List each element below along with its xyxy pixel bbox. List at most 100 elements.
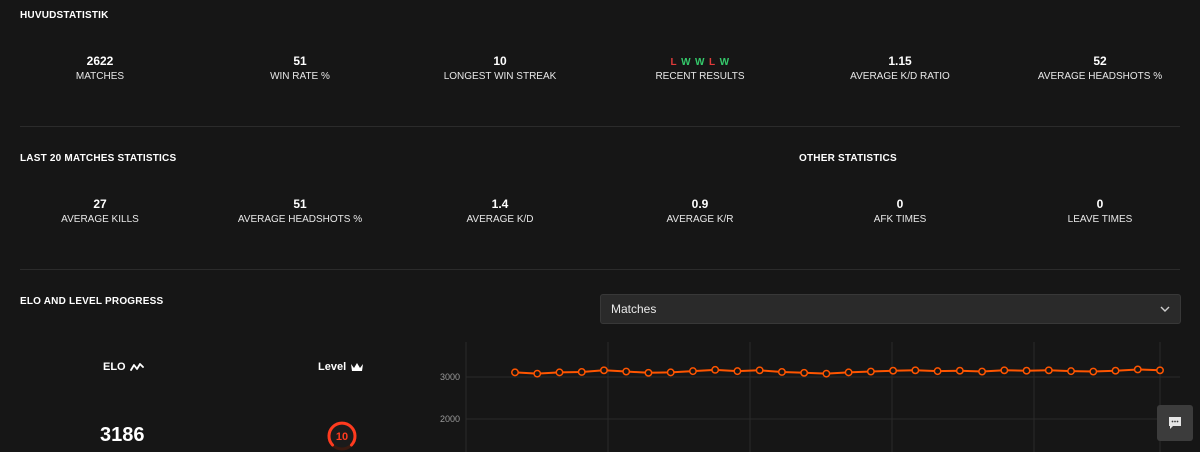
elo-data-point[interactable] <box>555 368 564 377</box>
elo-data-point[interactable] <box>600 366 608 375</box>
stat-label: WIN RATE % <box>270 71 330 82</box>
stat-value: 0 <box>1096 197 1104 211</box>
stat-value: 51 <box>293 54 307 68</box>
chevron-down-icon <box>1160 306 1170 312</box>
stat-avg-kd: 1.4 AVERAGE K/D <box>400 196 600 227</box>
elo-data-point[interactable] <box>1000 366 1009 375</box>
level-value: 10 <box>336 431 348 443</box>
elo-data-point[interactable] <box>889 366 898 375</box>
y-tick-label: 2000 <box>440 414 460 424</box>
elo-data-point[interactable] <box>666 368 675 377</box>
elo-data-point[interactable] <box>644 368 653 377</box>
elo-data-point[interactable] <box>933 367 942 376</box>
stat-avg-kr: 0.9 AVERAGE K/R <box>600 196 800 227</box>
elo-data-point[interactable] <box>777 368 786 376</box>
elo-data-point[interactable] <box>755 366 764 375</box>
stat-avg-headshots: 52 AVERAGE HEADSHOTS % <box>1000 53 1200 84</box>
stat-value: 1.4 <box>491 197 509 211</box>
elo-data-point[interactable] <box>911 366 920 375</box>
stat-value: 0 <box>896 197 904 211</box>
dropdown-selected-value: Matches <box>611 302 657 316</box>
stat-matches: 2622 MATCHES <box>0 53 200 84</box>
recent-results-list: LWWLW <box>670 55 729 71</box>
elo-data-point[interactable] <box>955 366 964 375</box>
stat-value: 2622 <box>86 54 114 68</box>
level-heading: Level <box>318 361 364 373</box>
elo-data-point[interactable] <box>733 367 742 376</box>
elo-data-point[interactable] <box>533 369 542 378</box>
recent-results-value: LWWLW <box>600 53 800 69</box>
elo-data-point[interactable] <box>1044 366 1053 375</box>
stat-label: AVERAGE HEADSHOTS % <box>237 214 363 225</box>
stat-value: 10 <box>493 54 507 68</box>
recent-result-win: W <box>719 57 730 68</box>
stat-value: 51 <box>293 197 307 211</box>
stat-value: 1.15 <box>888 54 912 68</box>
stat-value: 52 <box>1093 54 1107 68</box>
elo-data-point[interactable] <box>1111 366 1120 375</box>
y-tick-label: 3000 <box>440 372 460 382</box>
stat-label: LONGEST WIN STREAK <box>443 71 557 82</box>
elo-data-point[interactable] <box>866 367 875 376</box>
elo-chart: 3000 2000 <box>420 336 1200 452</box>
recent-result-loss: L <box>670 57 678 68</box>
stat-label: AVERAGE K/D RATIO <box>850 71 950 82</box>
recent-result-loss: L <box>708 57 716 68</box>
main-stats-row: 2622 MATCHES 51 WIN RATE % 10 LONGEST WI… <box>0 53 1200 84</box>
stat-label: RECENT RESULTS <box>655 71 745 82</box>
stat-recent-results: LWWLW RECENT RESULTS <box>600 53 800 84</box>
stat-win-rate: 51 WIN RATE % <box>200 53 400 84</box>
elo-data-point[interactable] <box>800 368 809 377</box>
stat-longest-win-streak: 10 LONGEST WIN STREAK <box>400 53 600 84</box>
elo-line-chart: 3000 2000 <box>440 342 1180 452</box>
stat-afk-times: 0 AFK TIMES <box>800 196 1000 227</box>
elo-data-point[interactable] <box>978 367 987 376</box>
elo-data-point[interactable] <box>1133 365 1142 374</box>
elo-data-point[interactable] <box>622 367 631 376</box>
elo-data-point[interactable] <box>1156 366 1164 375</box>
elo-data-point[interactable] <box>688 367 697 376</box>
section-divider <box>20 269 1180 270</box>
crown-icon <box>351 363 364 371</box>
trend-line-icon <box>129 363 144 371</box>
level-label: Level <box>318 361 347 373</box>
elo-data-point[interactable] <box>711 365 720 374</box>
elo-data-point[interactable] <box>1022 366 1031 375</box>
progress-title: ELO AND LEVEL PROGRESS <box>20 296 164 307</box>
elo-data-point[interactable] <box>577 368 586 376</box>
stat-avg-kills: 27 AVERAGE KILLS <box>0 196 200 227</box>
elo-data-point[interactable] <box>1067 367 1075 376</box>
level-ring-icon: 10 <box>327 421 357 451</box>
stat-label: AVERAGE K/D <box>466 214 534 225</box>
chat-bubble-icon <box>1169 417 1181 429</box>
last20-stats-row: 27 AVERAGE KILLS 51 AVERAGE HEADSHOTS % … <box>0 196 1200 227</box>
elo-data-point[interactable] <box>822 369 831 378</box>
stat-label: AVERAGE KILLS <box>61 214 139 225</box>
stat-avg-kd-ratio: 1.15 AVERAGE K/D RATIO <box>800 53 1000 84</box>
stat-leave-times: 0 LEAVE TIMES <box>1000 196 1200 227</box>
level-badge: 10 <box>326 420 358 452</box>
elo-value: 3186 <box>100 424 145 446</box>
stat-label: AVERAGE HEADSHOTS % <box>1037 71 1163 82</box>
stat-value: 0.9 <box>691 197 709 211</box>
elo-data-point[interactable] <box>1089 367 1098 376</box>
elo-data-point[interactable] <box>511 368 519 377</box>
elo-label: ELO <box>103 361 126 373</box>
chat-button[interactable] <box>1157 405 1193 441</box>
other-stats-title: OTHER STATISTICS <box>799 153 897 164</box>
stat-label: LEAVE TIMES <box>1067 214 1133 225</box>
stat-label: AVERAGE K/R <box>666 214 734 225</box>
section-divider <box>20 126 1180 127</box>
main-stats-title: HUVUDSTATISTIK <box>20 10 109 21</box>
recent-result-win: W <box>681 57 692 68</box>
chart-range-dropdown[interactable]: Matches <box>600 294 1181 324</box>
recent-result-win: W <box>695 57 705 68</box>
elo-heading: ELO <box>103 361 144 373</box>
stat-label: MATCHES <box>75 71 125 82</box>
stat-avg-headshots-last20: 51 AVERAGE HEADSHOTS % <box>200 196 400 227</box>
stat-value: 27 <box>93 197 107 211</box>
last20-title: LAST 20 MATCHES STATISTICS <box>20 153 177 164</box>
elo-series-line <box>514 368 1161 375</box>
stat-label: AFK TIMES <box>873 214 927 225</box>
elo-data-point[interactable] <box>844 368 853 377</box>
